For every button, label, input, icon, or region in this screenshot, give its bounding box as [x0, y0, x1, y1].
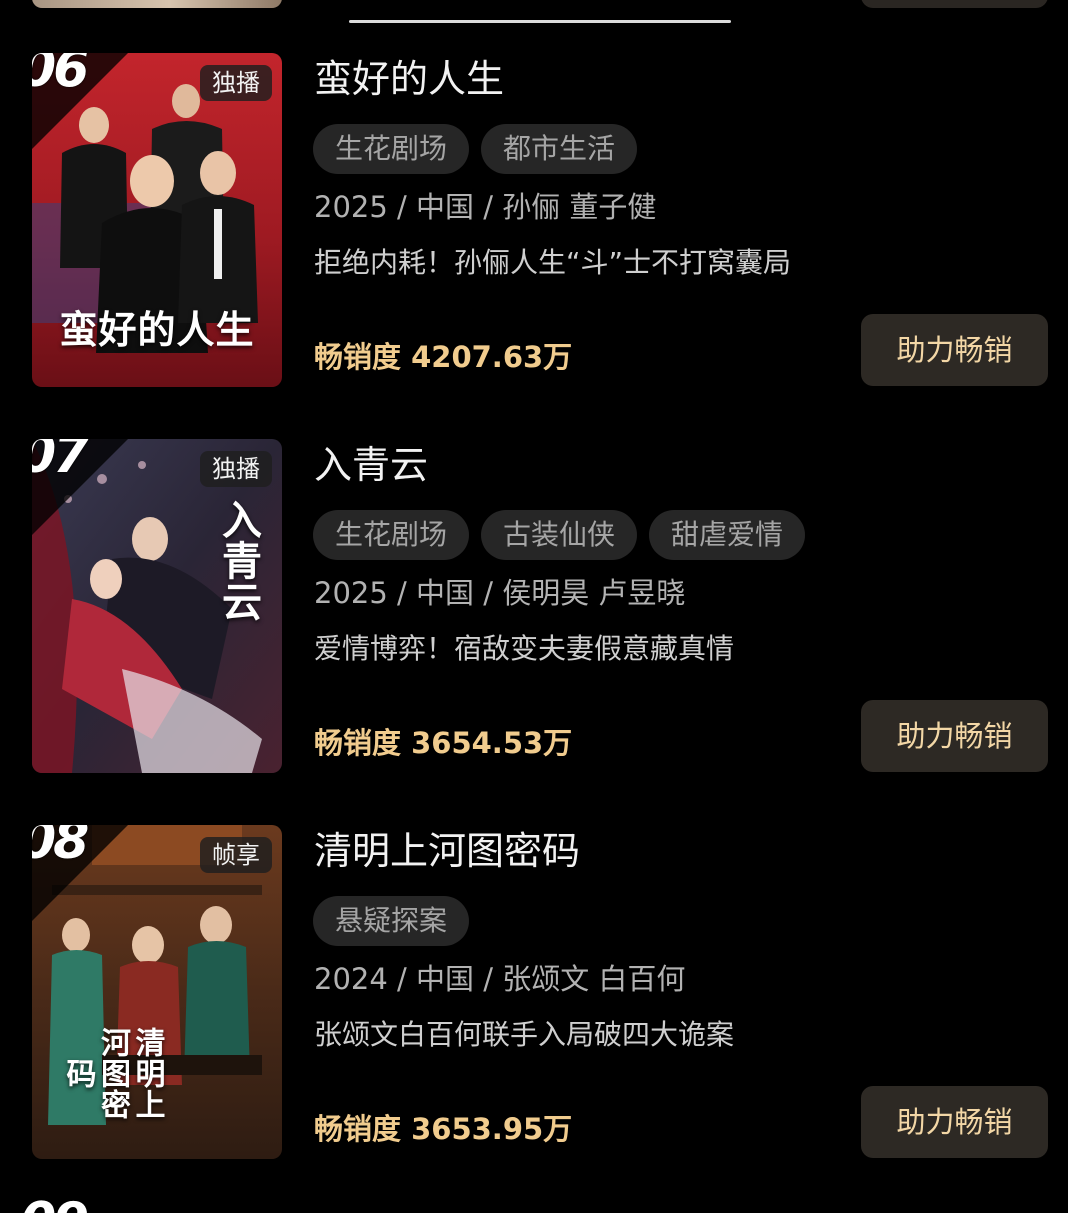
show-description: 张颂文白百何联手入局破四大诡案	[314, 1018, 735, 1051]
sales-index: 畅销度 4207.63万	[314, 340, 573, 374]
tag[interactable]: 古装仙侠	[481, 510, 638, 560]
exclusive-badge: 帧享	[200, 837, 272, 874]
poster[interactable]: 蛮好的人生 06 独播	[32, 53, 282, 387]
top-divider	[349, 20, 731, 23]
tag[interactable]: 悬疑探案	[313, 896, 470, 946]
tag-list: 生花剧场 古装仙侠 甜虐爱情	[313, 510, 806, 560]
exclusive-badge: 独播	[200, 65, 272, 102]
list-item[interactable]: 清明上河图密码 08 帧享 清明上河图密码 悬疑探案 2024 / 中国 / 张…	[0, 825, 1068, 1165]
show-description: 爱情博弈！宿敌变夫妻假意藏真情	[314, 632, 735, 665]
poster-title: 清明上河图密码	[60, 1026, 165, 1120]
rank-number: 07	[32, 439, 89, 485]
tag[interactable]: 生花剧场	[313, 510, 470, 560]
show-title[interactable]: 蛮好的人生	[314, 55, 504, 104]
show-meta: 2024 / 中国 / 张颂文 白百何	[314, 962, 686, 996]
show-meta: 2025 / 中国 / 侯明昊 卢昱晓	[314, 576, 686, 610]
tag[interactable]: 生花剧场	[313, 124, 470, 174]
poster-title: 入青云	[215, 499, 262, 622]
next-rank-number: 09	[20, 1196, 89, 1213]
show-description: 拒绝内耗！孙俪人生“斗”士不打窝囊局	[314, 246, 792, 279]
boost-sales-button[interactable]: 助力畅销	[861, 1086, 1048, 1158]
previous-item-poster[interactable]	[32, 0, 282, 8]
tag-list: 悬疑探案	[313, 896, 470, 946]
ranking-page: 蛮好的人生 06 独播 蛮好的人生 生花剧场 都市生活 2025 / 中国 / …	[0, 0, 1068, 1213]
sales-index: 畅销度 3653.95万	[314, 1112, 573, 1146]
list-item[interactable]: 蛮好的人生 06 独播 蛮好的人生 生花剧场 都市生活 2025 / 中国 / …	[0, 53, 1068, 393]
show-title[interactable]: 入青云	[314, 441, 428, 490]
previous-item-boost-button[interactable]	[861, 0, 1048, 8]
sales-index: 畅销度 3654.53万	[314, 726, 573, 760]
show-meta: 2025 / 中国 / 孙俪 董子健	[314, 190, 657, 224]
exclusive-badge: 独播	[200, 451, 272, 488]
poster[interactable]: 清明上河图密码 08 帧享	[32, 825, 282, 1159]
boost-sales-button[interactable]: 助力畅销	[861, 314, 1048, 386]
poster-title: 蛮好的人生	[59, 307, 255, 353]
rank-number: 08	[32, 825, 89, 871]
tag[interactable]: 甜虐爱情	[649, 510, 806, 560]
tag[interactable]: 都市生活	[481, 124, 638, 174]
list-item[interactable]: 入青云 07 独播 入青云 生花剧场 古装仙侠 甜虐爱情 2025 / 中国 /…	[0, 439, 1068, 779]
boost-sales-button[interactable]: 助力畅销	[861, 700, 1048, 772]
poster[interactable]: 入青云 07 独播	[32, 439, 282, 773]
rank-number: 06	[32, 53, 89, 99]
show-title[interactable]: 清明上河图密码	[314, 827, 580, 876]
tag-list: 生花剧场 都市生活	[313, 124, 638, 174]
